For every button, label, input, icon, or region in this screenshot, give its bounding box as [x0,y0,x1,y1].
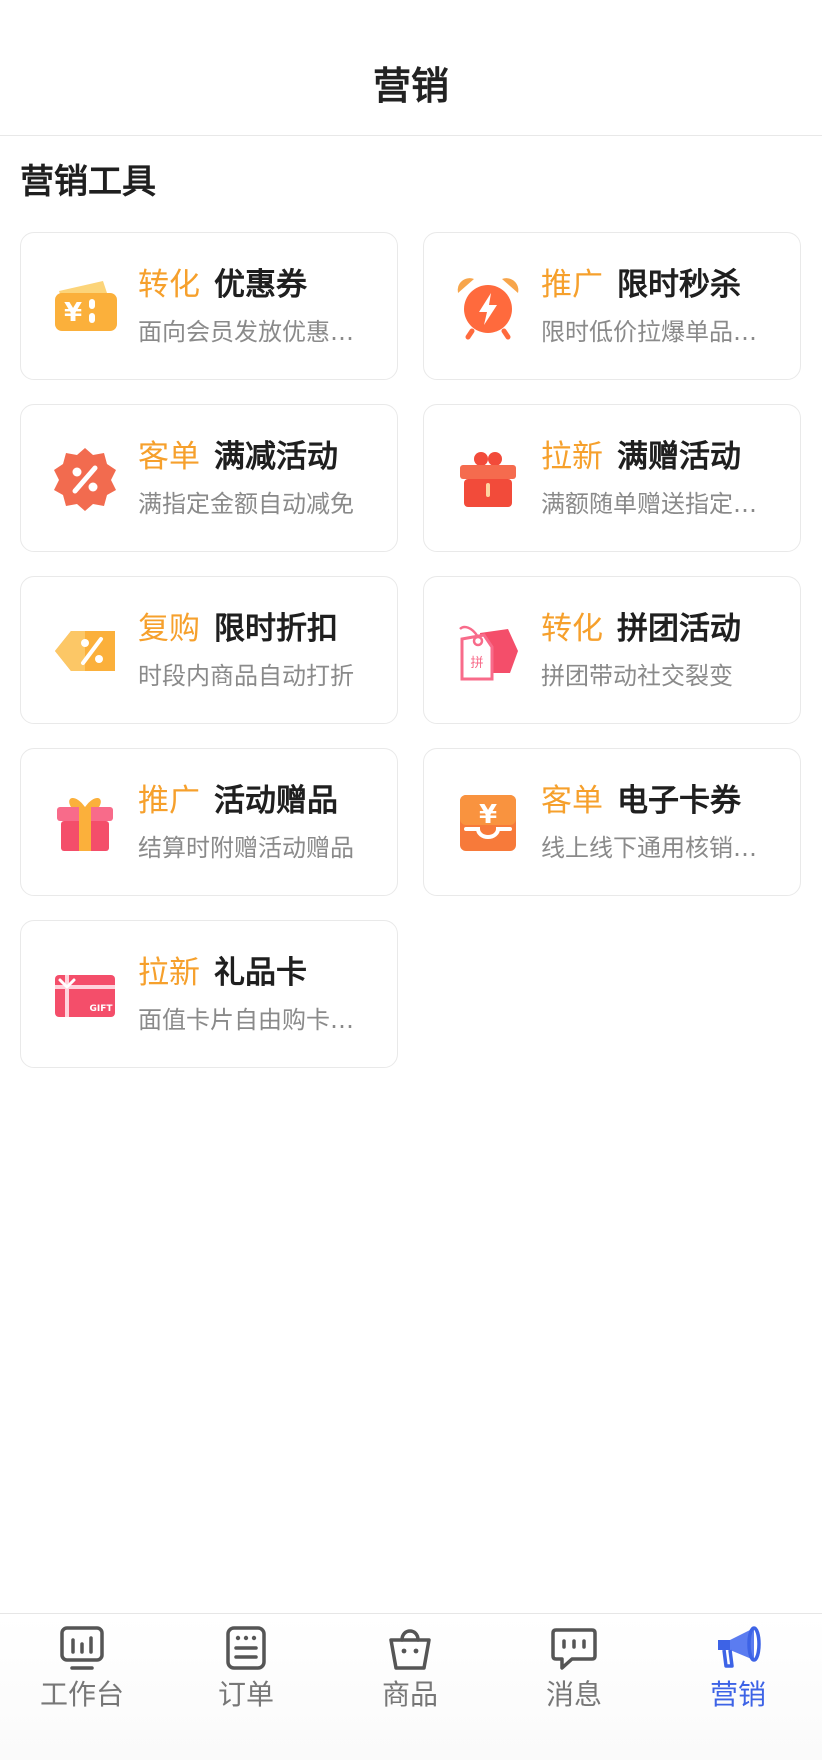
tool-card-group-buy[interactable]: 拼 转化 拼团活动 拼团带动社交裂变 [423,576,801,724]
tool-card-e-voucher[interactable]: ¥ 客单 电子卡券 线上线下通用核销… [423,748,801,896]
tool-card-full-reduction[interactable]: 客单 满减活动 满指定金额自动减免 [20,404,398,552]
tab-label: 消息 [545,1678,602,1711]
tab-orders[interactable]: 订单 [164,1614,328,1761]
section-title: 营销工具 [20,162,156,202]
tab-workbench[interactable]: 工作台 [0,1614,164,1761]
tool-name: 满减活动 [214,439,338,475]
group-buy-glyph: 拼 [470,656,483,671]
gift-card-icon: GIFT [51,961,119,1029]
group-buy-tag-icon: 拼 [454,617,522,685]
tool-card-gift-card[interactable]: GIFT 拉新 礼品卡 面值卡片自由购卡… [20,920,398,1068]
coupon-currency-glyph: ¥ [64,298,82,328]
tool-tag: 拉新 [138,955,200,991]
tab-label: 营销 [709,1678,766,1711]
page-title: 营销 [372,64,449,108]
tool-name: 优惠券 [214,267,307,303]
tool-desc: 面向会员发放优惠… [138,318,354,346]
tool-tag: 客单 [138,439,200,475]
tool-card-coupon[interactable]: ¥ 转化 优惠券 面向会员发放优惠… [20,232,398,380]
present-icon [51,789,119,857]
tool-desc: 限时低价拉爆单品… [541,318,757,346]
tool-tag: 复购 [138,611,200,647]
gift-box-icon [454,445,522,513]
app-header: 营销 [0,0,822,136]
tool-name: 礼品卡 [214,955,307,991]
tool-tag: 推广 [138,783,200,819]
tool-desc: 结算时附赠活动赠品 [138,834,354,862]
tool-tag: 客单 [541,783,603,819]
e-voucher-icon: ¥ [454,789,522,857]
tool-name: 电子卡券 [617,783,741,819]
bottom-tab-bar: 工作台 订单 商品 消息 营销 [0,1613,822,1760]
tool-card-event-gift[interactable]: 推广 活动赠品 结算时附赠活动赠品 [20,748,398,896]
megaphone-icon [714,1624,762,1672]
tool-desc: 拼团带动社交裂变 [541,662,733,690]
shopping-bag-icon [386,1624,434,1672]
tool-tag: 推广 [541,267,603,303]
tool-desc: 时段内商品自动打折 [138,662,354,690]
coupon-icon: ¥ [51,273,119,341]
message-icon [550,1624,598,1672]
tool-desc: 满指定金额自动减免 [138,490,354,518]
tool-card-flash-sale[interactable]: 推广 限时秒杀 限时低价拉爆单品… [423,232,801,380]
tool-name: 限时折扣 [214,611,338,647]
discount-tag-icon [51,617,119,685]
e-voucher-currency-glyph: ¥ [479,800,497,830]
order-icon [222,1624,270,1672]
tab-marketing[interactable]: 营销 [656,1614,820,1761]
tab-label: 商品 [381,1678,438,1711]
tab-label: 工作台 [39,1678,124,1711]
tool-desc: 线上线下通用核销… [541,834,757,862]
tab-products[interactable]: 商品 [328,1614,492,1761]
tool-name: 满赠活动 [617,439,741,475]
tool-tag: 转化 [138,267,200,303]
alarm-clock-icon [454,273,522,341]
gift-card-label: GIFT [89,1004,113,1014]
tool-card-limited-discount[interactable]: 复购 限时折扣 时段内商品自动打折 [20,576,398,724]
tool-card-full-gift[interactable]: 拉新 满赠活动 满额随单赠送指定… [423,404,801,552]
tool-name: 限时秒杀 [617,267,741,303]
tool-tag: 转化 [541,611,603,647]
tool-desc: 满额随单赠送指定… [541,490,757,518]
tool-desc: 面值卡片自由购卡… [138,1006,354,1034]
percent-badge-icon [51,445,119,513]
tab-messages[interactable]: 消息 [492,1614,656,1761]
tool-name: 活动赠品 [214,783,338,819]
tab-label: 订单 [217,1678,274,1711]
tool-name: 拼团活动 [617,611,741,647]
dashboard-icon [58,1624,106,1672]
tool-tag: 拉新 [541,439,603,475]
